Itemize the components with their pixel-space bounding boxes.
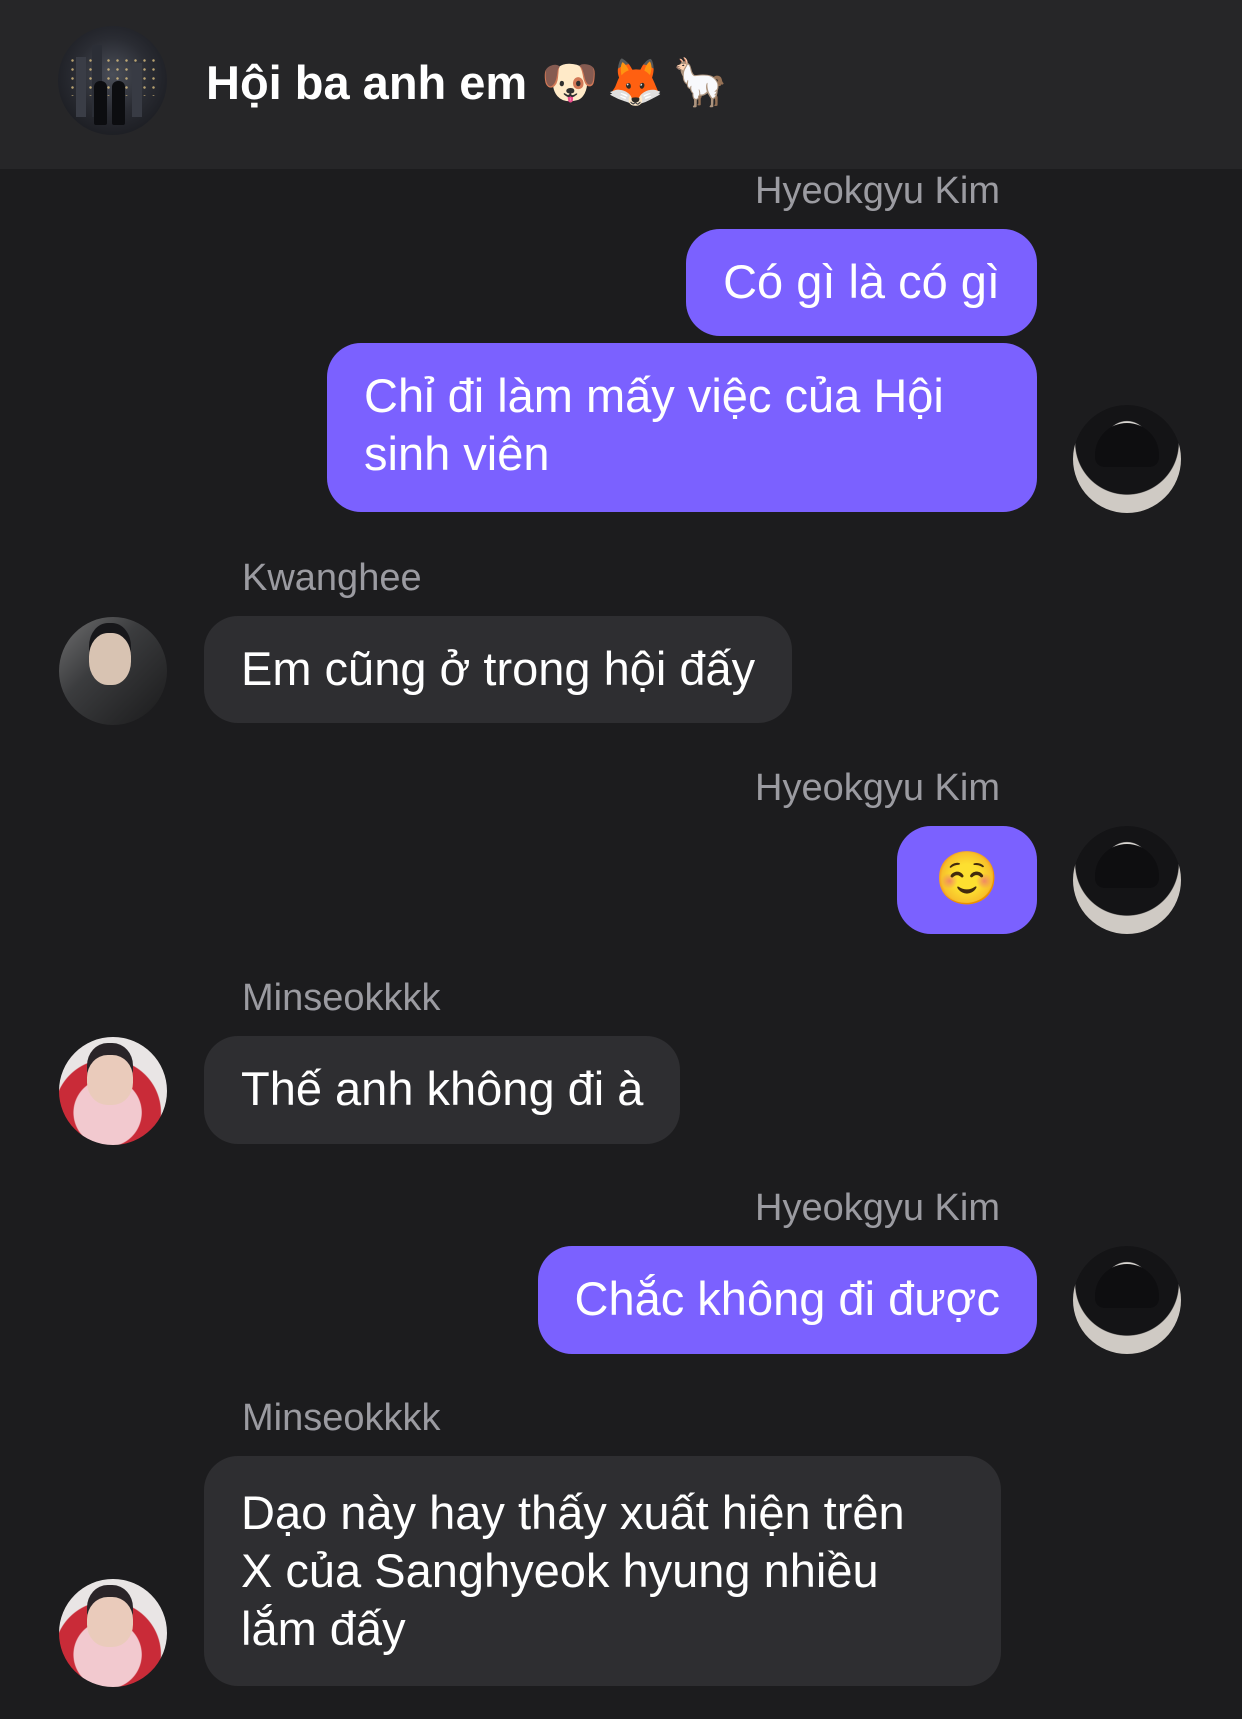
message-line: Dạo này hay thấy xuất hiện trên bbox=[241, 1486, 905, 1539]
person-silhouette bbox=[94, 81, 107, 125]
message-line: lắm đấy bbox=[241, 1602, 406, 1655]
chat-header: Hội ba anh em 🐶 🦊 🦙 bbox=[0, 0, 1242, 169]
chat-title-text: Hội ba anh em bbox=[206, 55, 528, 109]
dog-emoji-icon: 🐶 bbox=[541, 54, 599, 109]
message-text: Có gì là có gì bbox=[723, 255, 1000, 308]
fox-emoji-icon: 🦊 bbox=[606, 54, 664, 109]
message-bubble-outgoing[interactable]: Chỉ đi làm mấy việc của Hội sinh viên bbox=[327, 343, 1037, 512]
avatar-hyeokgyu[interactable] bbox=[1073, 1246, 1181, 1354]
avatar-kwanghee[interactable] bbox=[59, 617, 167, 725]
building bbox=[132, 63, 142, 117]
message-line: X của Sanghyeok hyung nhiều bbox=[241, 1544, 879, 1597]
llama-emoji-icon: 🦙 bbox=[671, 54, 730, 109]
message-bubble-incoming[interactable]: Dạo này hay thấy xuất hiện trên X của Sa… bbox=[204, 1456, 1001, 1686]
message-line: Chỉ đi làm mấy việc của Hội bbox=[364, 369, 944, 422]
title-emojis: 🐶 🦊 🦙 bbox=[541, 55, 729, 110]
sender-name: Minseokkkk bbox=[242, 1397, 441, 1439]
message-bubble-outgoing[interactable]: ☺️ bbox=[897, 826, 1037, 934]
message-line: sinh viên bbox=[364, 427, 550, 480]
building bbox=[76, 57, 86, 117]
sender-name: Hyeokgyu Kim bbox=[755, 170, 1000, 212]
sender-name: Hyeokgyu Kim bbox=[755, 767, 1000, 809]
avatar-hyeokgyu[interactable] bbox=[1073, 826, 1181, 934]
smiling-emoji-icon: ☺️ bbox=[934, 849, 1000, 909]
avatar-minseok[interactable] bbox=[59, 1579, 167, 1687]
message-bubble-outgoing[interactable]: Chắc không đi được bbox=[537, 1246, 1037, 1354]
message-text: Thế anh không đi à bbox=[241, 1062, 644, 1115]
sender-name: Minseokkkk bbox=[242, 977, 441, 1019]
message-bubble-outgoing[interactable]: Có gì là có gì bbox=[686, 229, 1037, 336]
avatar-minseok[interactable] bbox=[59, 1037, 167, 1145]
sender-name: Hyeokgyu Kim bbox=[755, 1187, 1000, 1229]
message-text: Chắc không đi được bbox=[574, 1272, 1000, 1325]
group-avatar[interactable] bbox=[58, 26, 167, 135]
chat-title[interactable]: Hội ba anh em 🐶 🦊 🦙 bbox=[206, 50, 729, 114]
avatar-hyeokgyu[interactable] bbox=[1073, 405, 1181, 513]
message-text: Em cũng ở trong hội đấy bbox=[241, 642, 756, 695]
message-bubble-incoming[interactable]: Thế anh không đi à bbox=[204, 1036, 681, 1144]
sender-name: Kwanghee bbox=[242, 557, 422, 599]
message-bubble-incoming[interactable]: Em cũng ở trong hội đấy bbox=[204, 616, 793, 723]
person-silhouette bbox=[112, 81, 125, 125]
